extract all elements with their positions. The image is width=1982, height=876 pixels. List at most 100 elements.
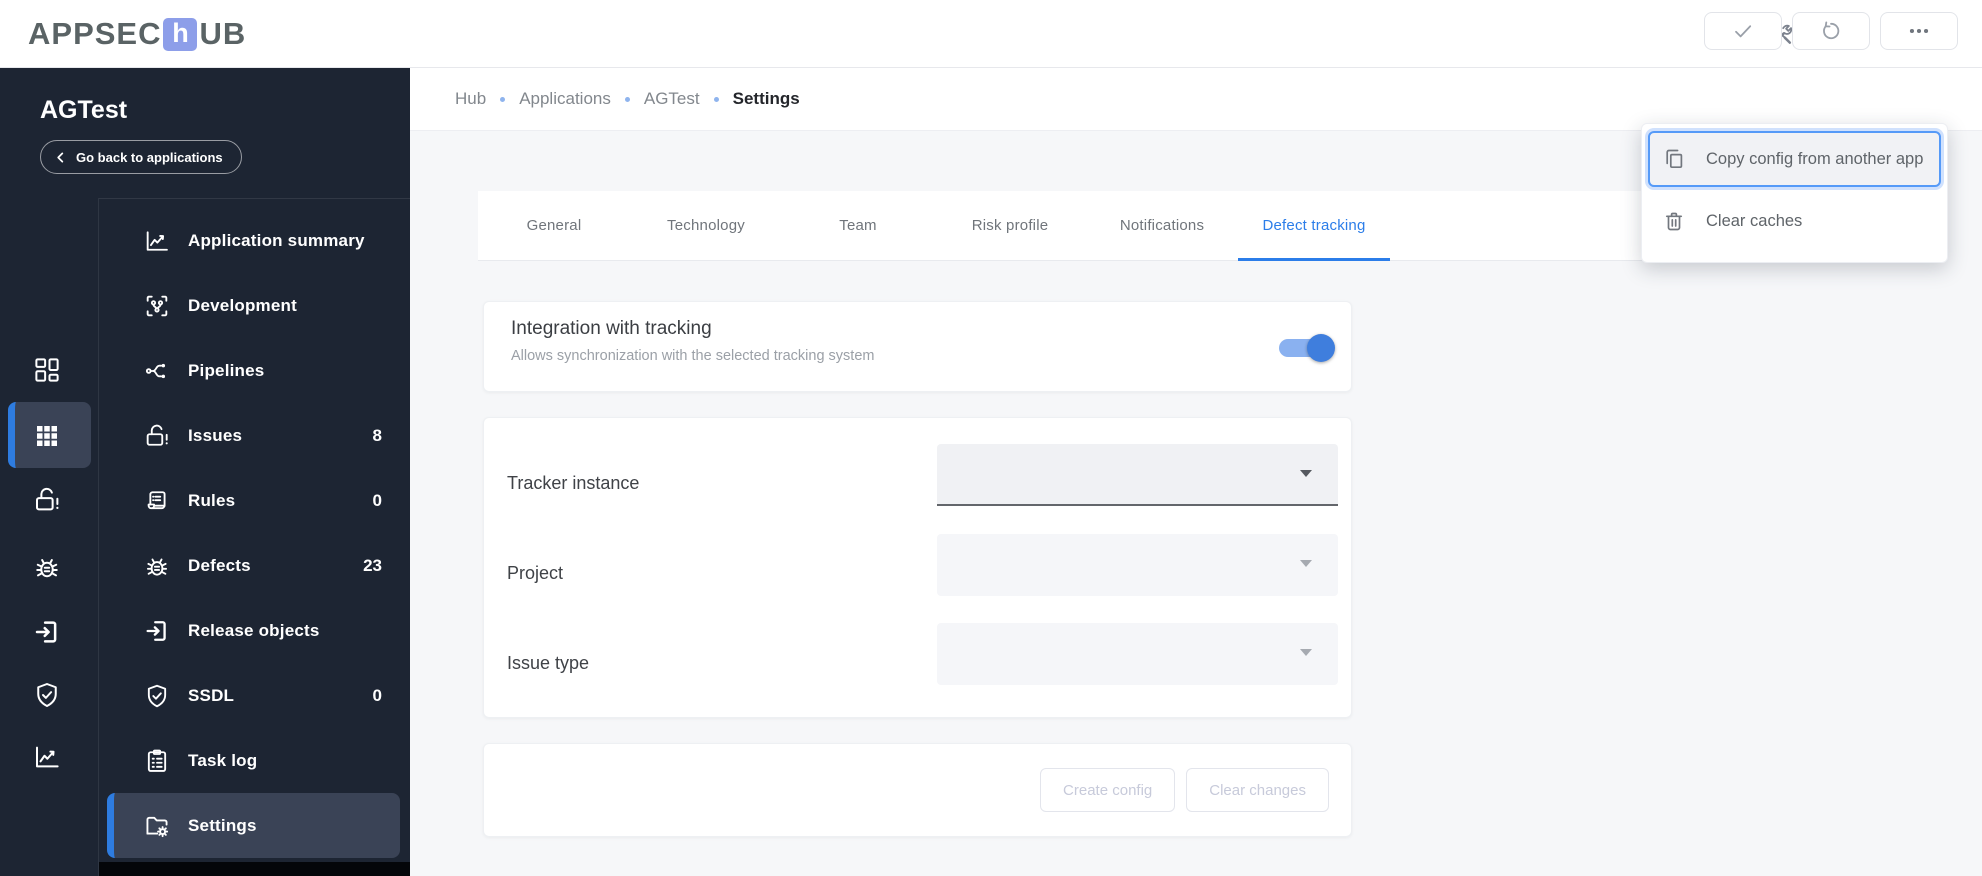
more-options-button[interactable] [1880, 12, 1958, 50]
sidebar-nav: Application summary Development Pipeline… [99, 208, 410, 858]
sidebar-item-task-log[interactable]: Task log [99, 728, 410, 793]
tab-notifications[interactable]: Notifications [1086, 191, 1238, 260]
nav-label: Development [188, 295, 297, 315]
back-button-label: Go back to applications [76, 149, 223, 165]
form-actions-card: Create config Clear changes [483, 743, 1352, 837]
rail-issues-lock-icon[interactable] [32, 485, 62, 515]
breadcrumb: Hub Applications AGTest Settings [455, 68, 800, 130]
breadcrumb-separator [713, 96, 719, 102]
scroll-icon [147, 490, 166, 509]
rail-defects-bug-icon[interactable] [32, 552, 62, 582]
sidebar-item-settings[interactable]: Settings [107, 793, 400, 858]
breadcrumb-settings-current: Settings [732, 89, 800, 108]
applications-grid-icon[interactable] [32, 421, 62, 451]
count-badge: 0 [372, 685, 382, 705]
tracker-instance-select[interactable] [937, 444, 1338, 506]
rail-ssdl-shield-icon[interactable] [32, 680, 62, 710]
nav-label: Settings [188, 815, 257, 835]
sidebar-bottom-strip [99, 862, 410, 876]
logo-text-pre: APPSEC [28, 16, 162, 51]
tab-technology[interactable]: Technology [630, 191, 782, 260]
restore-icon [1823, 21, 1840, 40]
toggle-knob [1307, 334, 1335, 362]
tab-risk-profile[interactable]: Risk profile [934, 191, 1086, 260]
integration-toggle[interactable] [1279, 334, 1335, 362]
line-chart-icon [146, 230, 168, 251]
rail-release-sign-in-icon[interactable] [32, 617, 62, 647]
restore-config-button[interactable] [1792, 12, 1870, 50]
sidebar-item-development[interactable]: Development [99, 273, 410, 338]
sidebar-item-pipelines[interactable]: Pipelines [99, 338, 410, 403]
issue-type-select[interactable] [937, 623, 1338, 685]
sidebar: AGTest Go back to applications Applicati… [0, 68, 410, 876]
sidebar-item-issues[interactable]: Issues 8 [99, 403, 410, 468]
content-header: Hub Applications AGTest Settings [410, 68, 1982, 131]
copy-icon [1666, 149, 1683, 169]
application-title: AGTest [40, 96, 128, 124]
sidebar-item-application-summary[interactable]: Application summary [99, 208, 410, 273]
project-label: Project [507, 563, 564, 583]
nav-label: Issues [188, 425, 243, 445]
icon-rail [0, 198, 99, 876]
dropdown-caret-icon [1300, 560, 1312, 567]
app-window: APPSEC h UB AGTest Go back to applicatio… [0, 0, 1982, 876]
more-options-menu: Copy config from another app Clear cache… [1641, 123, 1948, 263]
project-select[interactable] [937, 534, 1338, 596]
chevron-left-icon [57, 152, 64, 162]
integration-card: Integration with tracking Allows synchro… [483, 301, 1352, 392]
pipeline-fork-icon [145, 363, 166, 378]
rail-analytics-chart-icon[interactable] [32, 742, 62, 772]
settings-tabs: General Technology Team Risk profile Not… [478, 191, 1642, 261]
logo-text-post: UB [199, 16, 247, 51]
folder-gear-icon [146, 816, 169, 837]
dev-branch-frame-icon [146, 295, 168, 316]
dashboard-icon[interactable] [32, 355, 62, 385]
nav-label: Application summary [188, 230, 365, 250]
count-badge: 0 [372, 490, 382, 510]
sidebar-item-release-objects[interactable]: Release objects [99, 598, 410, 663]
sidebar-item-rules[interactable]: Rules 0 [99, 468, 410, 533]
menu-item-copy-config[interactable]: Copy config from another app [1648, 131, 1941, 187]
breadcrumb-applications[interactable]: Applications [519, 89, 611, 109]
dropdown-caret-icon [1300, 470, 1312, 477]
tab-team[interactable]: Team [782, 191, 934, 260]
issue-type-label: Issue type [507, 653, 590, 673]
check-icon [1735, 25, 1752, 38]
tab-general[interactable]: General [478, 191, 630, 260]
create-config-button[interactable]: Create config [1040, 768, 1176, 812]
nav-label: SSDL [188, 685, 235, 705]
sign-in-icon [146, 620, 166, 641]
menu-item-label: Clear caches [1706, 211, 1803, 230]
tab-defect-tracking[interactable]: Defect tracking [1238, 191, 1390, 261]
breadcrumb-separator [624, 96, 630, 102]
clear-changes-button[interactable]: Clear changes [1186, 768, 1329, 812]
nav-label: Release objects [188, 620, 320, 640]
sidebar-divider [99, 198, 410, 199]
count-badge: 23 [363, 555, 382, 575]
bug-icon [146, 558, 168, 576]
nav-label: Pipelines [188, 360, 265, 380]
integration-title: Integration with tracking [511, 318, 712, 339]
count-badge: 8 [372, 425, 382, 445]
menu-item-clear-caches[interactable]: Clear caches [1642, 187, 1947, 255]
breadcrumb-hub[interactable]: Hub [455, 89, 486, 109]
appsechub-logo: APPSEC h UB [28, 0, 246, 68]
logo-h-mark: h [163, 17, 198, 51]
tracker-instance-label: Tracker instance [507, 473, 640, 493]
tracker-form-card: Tracker instance Project Issue type [483, 417, 1352, 718]
apply-config-button[interactable] [1704, 12, 1782, 50]
integration-subtitle: Allows synchronization with the selected… [511, 348, 875, 364]
clipboard-list-icon [147, 749, 167, 772]
menu-item-label: Copy config from another app [1706, 149, 1924, 168]
shield-check-icon [147, 684, 167, 707]
breadcrumb-separator [500, 96, 506, 102]
lock-open-alert-icon [146, 424, 168, 446]
sidebar-item-ssdl[interactable]: SSDL 0 [99, 663, 410, 728]
sidebar-item-defects[interactable]: Defects 23 [99, 533, 410, 598]
back-to-applications-button[interactable]: Go back to applications [40, 140, 242, 174]
breadcrumb-agtest[interactable]: AGTest [644, 89, 700, 109]
nav-label: Defects [188, 555, 251, 575]
ellipsis-icon [1909, 28, 1929, 34]
header-action-buttons [1704, 12, 1958, 50]
nav-label: Rules [188, 490, 236, 510]
